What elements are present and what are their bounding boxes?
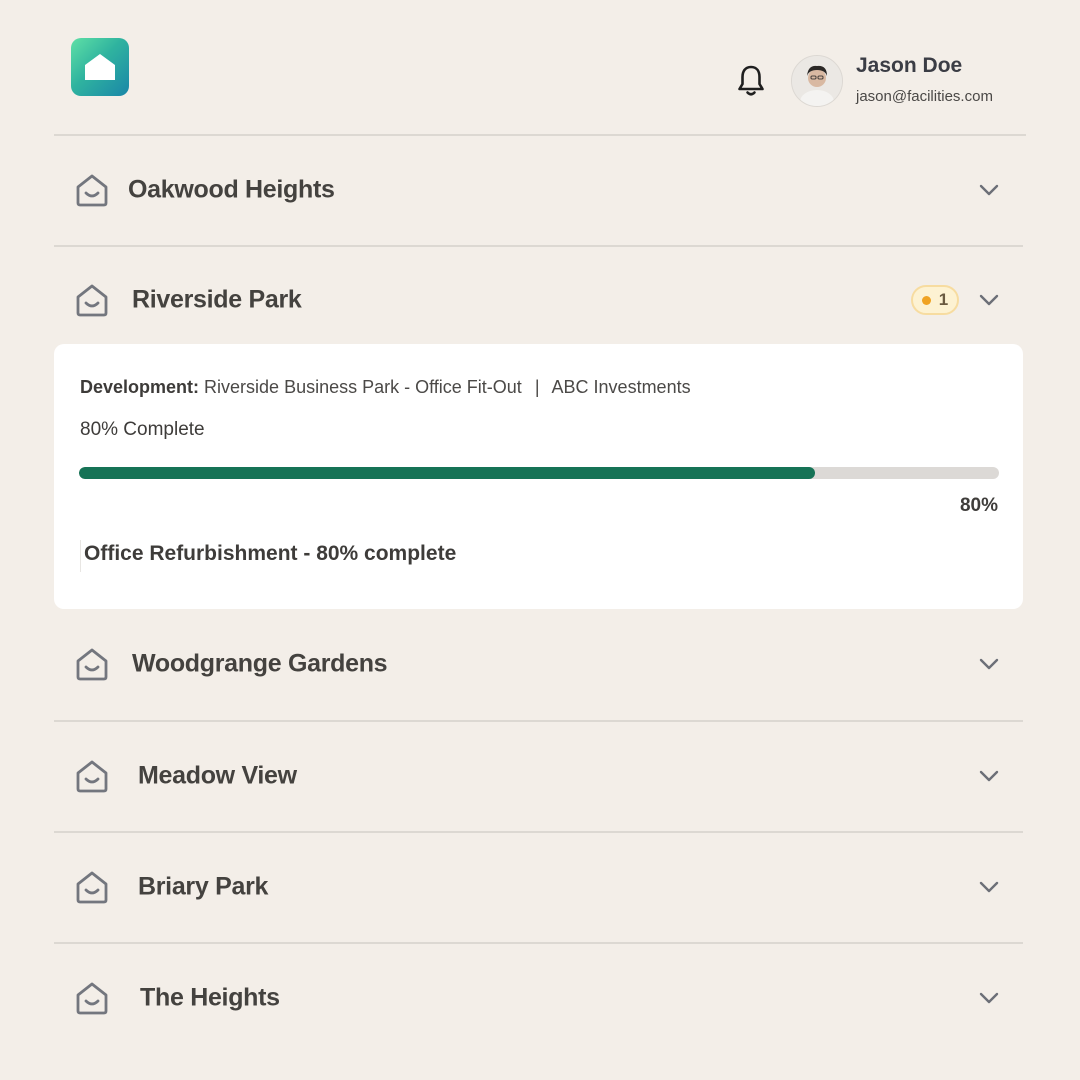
home-icon (85, 54, 115, 80)
user-name: Jason Doe (856, 54, 963, 77)
property-detail-card: Development: Riverside Business Park - O… (54, 344, 1023, 609)
avatar[interactable] (791, 55, 843, 107)
property-name: Woodgrange Gardens (132, 649, 388, 678)
alert-count: 1 (938, 290, 949, 309)
page: Jason Doe jason@facilities.com Oakwood H… (0, 0, 1080, 1080)
chevron-down-icon[interactable] (978, 880, 1000, 894)
alert-badge[interactable]: 1 (911, 285, 959, 315)
property-row-the-heights[interactable]: The Heights (54, 943, 1023, 1053)
property-name: Meadow View (138, 761, 297, 790)
property-row-riverside-park[interactable]: Riverside Park 1 (54, 246, 1023, 354)
investor-name: ABC Investments (551, 377, 691, 397)
chevron-down-icon[interactable] (978, 293, 1000, 307)
house-icon (76, 174, 108, 207)
development-label: Development: (80, 377, 200, 397)
house-icon (76, 648, 108, 681)
house-icon (76, 871, 108, 904)
progress-percent-label: 80% (959, 495, 998, 516)
chevron-down-icon[interactable] (978, 183, 1000, 197)
app-logo[interactable] (71, 38, 129, 96)
property-row-woodgrange-gardens[interactable]: Woodgrange Gardens (54, 609, 1023, 719)
development-name: Riverside Business Park - Office Fit-Out (204, 377, 522, 397)
bell-icon (738, 65, 764, 96)
property-name: The Heights (140, 983, 280, 1012)
chevron-down-icon[interactable] (978, 769, 1000, 783)
property-name: Riverside Park (132, 285, 302, 314)
progress-bar (79, 467, 999, 479)
property-row-briary-park[interactable]: Briary Park (54, 832, 1023, 942)
house-icon (76, 982, 108, 1015)
house-icon (76, 760, 108, 793)
separator: | (534, 377, 540, 397)
progress-fill (79, 467, 815, 479)
notifications-button[interactable] (736, 64, 766, 98)
property-name: Oakwood Heights (128, 175, 335, 204)
chevron-down-icon[interactable] (978, 991, 1000, 1005)
alert-dot (921, 295, 931, 305)
house-icon (76, 284, 108, 317)
development-info: Development: Riverside Business Park - O… (80, 377, 691, 398)
property-row-meadow-view[interactable]: Meadow View (54, 721, 1023, 831)
task-status: Office Refurbishment - 80% complete (80, 540, 456, 572)
property-row-oakwood-heights[interactable]: Oakwood Heights (54, 135, 1023, 245)
chevron-down-icon[interactable] (978, 657, 1000, 671)
user-email: jason@facilities.com (856, 88, 993, 105)
user-avatar-icon (792, 56, 842, 106)
property-name: Briary Park (138, 872, 269, 901)
completion-text: 80% Complete (80, 419, 205, 440)
